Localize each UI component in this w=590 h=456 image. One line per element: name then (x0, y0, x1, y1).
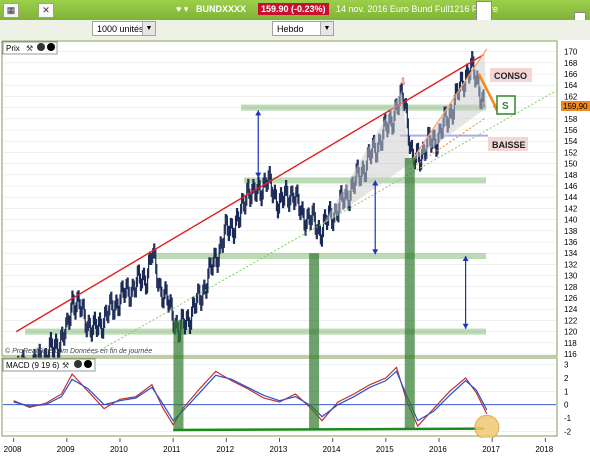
chevron-down-icon: ▼ (320, 22, 333, 35)
y-tick-label: 170 (564, 48, 578, 57)
y-tick-label: 126 (564, 294, 578, 303)
y-tick-label: 140 (564, 216, 578, 225)
wrench-icon[interactable]: ⚒ (26, 44, 33, 53)
macd-panel-label: MACD (9 19 6) (6, 361, 60, 370)
close-icon[interactable] (47, 43, 55, 51)
chevron-down-icon: ▼ (142, 22, 155, 35)
y-tick-label: 154 (564, 137, 578, 146)
y-tick-label: 144 (564, 193, 578, 202)
y-tick-label: 116 (564, 350, 577, 359)
x-tick-label: 2017 (482, 445, 500, 454)
macd-tick-label: -2 (564, 427, 572, 436)
y-tick-label: 138 (564, 227, 578, 236)
toolbar: 1000 unités ▼ Hebdo ▼ (0, 20, 590, 41)
macd-tick-label: -1 (564, 414, 572, 423)
y-tick-label: 136 (564, 238, 578, 247)
x-tick-label: 2010 (110, 445, 128, 454)
period-select[interactable]: Hebdo ▼ (272, 21, 334, 36)
chart-area[interactable]: ⇩ 11611812012212412612813013213413613814… (0, 40, 590, 456)
macd-tick-label: 2 (564, 374, 569, 383)
ticker-label[interactable]: BUNDXXXX (196, 4, 246, 14)
macd-tick-label: 1 (564, 387, 569, 396)
y-tick-label: 142 (564, 204, 578, 213)
macd-tick-label: 0 (564, 401, 569, 410)
conso-label: CONSO (494, 71, 527, 81)
y-tick-label: 150 (564, 160, 578, 169)
period-select-value: Hebdo (277, 24, 304, 34)
macd-support-line (173, 427, 485, 432)
support-zone (25, 328, 486, 335)
x-tick-label: 2014 (323, 445, 341, 454)
y-tick-label: 130 (564, 272, 578, 281)
y-tick-label: 158 (564, 115, 578, 124)
y-tick-label: 120 (564, 328, 578, 337)
y-tick-label: 146 (564, 182, 578, 191)
title-bar: ▦ ✕ ♥ ▾ BUNDXXXX 159.90 (-0.23%) 14 nov.… (0, 0, 590, 35)
current-price-tag-text: 159,90 (563, 102, 588, 111)
wrench-icon[interactable]: ⚒ (62, 361, 69, 370)
close-icon[interactable] (84, 360, 92, 368)
s-label: S (502, 101, 509, 112)
y-tick-label: 152 (564, 148, 578, 157)
heart-icon[interactable]: ♥ ▾ (176, 4, 188, 15)
y-tick-label: 166 (564, 70, 578, 79)
last-price-badge: 159.90 (-0.23%) (258, 3, 329, 15)
y-tick-label: 132 (564, 260, 578, 269)
settings-icon[interactable] (37, 43, 45, 51)
settings-icon[interactable] (74, 360, 82, 368)
baisse-label: BAISSE (492, 140, 526, 150)
pivot-column (309, 253, 320, 430)
y-tick-label: 134 (564, 249, 578, 258)
x-tick-label: 2008 (4, 445, 22, 454)
instrument-description: 14 nov. 2016 Euro Bund Full1216 Future (336, 4, 498, 14)
down-marker-icon: ⇩ (399, 77, 407, 88)
y-tick-label: 122 (564, 316, 578, 325)
pivot-column (404, 158, 415, 430)
y-tick-label: 128 (564, 283, 578, 292)
close-icon[interactable]: ✕ (38, 3, 54, 18)
x-tick-label: 2015 (376, 445, 394, 454)
y-tick-label: 156 (564, 126, 578, 135)
quantity-select-value: 1000 unités (97, 24, 144, 34)
x-axis-bar (0, 438, 590, 456)
quantity-select[interactable]: 1000 unités ▼ (92, 21, 156, 36)
x-tick-label: 2009 (57, 445, 75, 454)
macd-tick-label: 3 (564, 361, 569, 370)
x-tick-label: 2011 (163, 445, 181, 454)
watermark: © ProRealTime.com Données en fin de jour… (5, 347, 152, 355)
y-tick-label: 148 (564, 171, 578, 180)
x-tick-label: 2018 (535, 445, 553, 454)
price-panel-label: Prix (6, 44, 20, 53)
macd-highlight-circle (474, 414, 500, 440)
y-tick-label: 168 (564, 59, 578, 68)
pivot-column (173, 320, 184, 430)
x-tick-label: 2013 (270, 445, 288, 454)
y-tick-label: 164 (564, 81, 578, 90)
menu-icon[interactable]: ▦ (3, 3, 19, 18)
y-tick-label: 162 (564, 92, 578, 101)
x-tick-label: 2012 (216, 445, 234, 454)
y-tick-label: 124 (564, 305, 578, 314)
y-tick-label: 118 (564, 339, 577, 348)
x-tick-label: 2016 (429, 445, 447, 454)
